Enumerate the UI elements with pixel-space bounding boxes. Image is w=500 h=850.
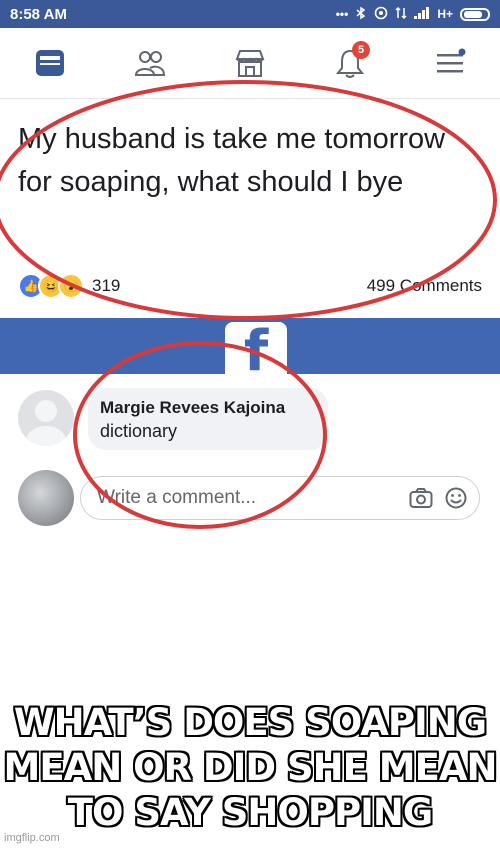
comment-bubble: Margie Revees Kajoina dictionary (88, 388, 328, 450)
marketplace-icon (235, 50, 265, 77)
comment-author[interactable]: Margie Revees Kajoina (100, 397, 316, 419)
reactions-row: 👍 😆 😮 319 499 Comments (18, 273, 482, 299)
menu-tab[interactable] (426, 39, 474, 87)
news-feed-tab[interactable] (26, 39, 74, 87)
friends-icon (134, 51, 166, 76)
camera-icon[interactable] (409, 487, 433, 509)
watermark: imgflip.com (4, 832, 60, 844)
reaction-count: 319 (92, 276, 121, 295)
comment: Margie Revees Kajoina dictionary (14, 388, 484, 452)
comments-count[interactable]: 499 Comments (367, 276, 482, 296)
signal-icon (414, 6, 430, 22)
news-feed-icon (36, 50, 64, 76)
wow-icon: 😮 (58, 273, 84, 299)
status-bar: 8:58 AM ••• H+ (0, 0, 500, 28)
menu-icon (437, 48, 466, 73)
comment-input-placeholder: Write a comment... (97, 487, 257, 508)
reaction-summary[interactable]: 👍 😆 😮 319 (18, 273, 120, 299)
network-type: H+ (437, 7, 453, 21)
comment-input[interactable]: Write a comment... (80, 476, 480, 520)
notification-badge: 5 (352, 41, 370, 59)
facebook-nav-bar: 5 (0, 28, 500, 99)
user-avatar[interactable] (18, 470, 74, 526)
facebook-logo-icon: f (225, 322, 287, 380)
comment-text: dictionary (100, 421, 178, 441)
emoji-icon[interactable] (445, 487, 467, 509)
meme-caption: WHAT’S DOES SOAPING MEAN OR DID SHE MEAN… (3, 701, 498, 834)
notifications-tab[interactable]: 5 (326, 39, 374, 87)
more-dots-icon: ••• (335, 7, 349, 21)
status-icons: ••• H+ (336, 6, 490, 23)
avatar[interactable] (18, 390, 74, 446)
data-saver-icon (374, 6, 388, 23)
friends-tab[interactable] (126, 39, 174, 87)
marketplace-tab[interactable] (226, 39, 274, 87)
status-time: 8:58 AM (10, 5, 67, 23)
write-comment-row: Write a comment... (14, 470, 490, 528)
comment-input-icons (409, 487, 467, 509)
bluetooth-icon (355, 6, 367, 23)
post-text: My husband is take me tomorrow for soapi… (18, 123, 446, 198)
data-arrows-icon (395, 6, 407, 23)
battery-icon (460, 7, 490, 21)
